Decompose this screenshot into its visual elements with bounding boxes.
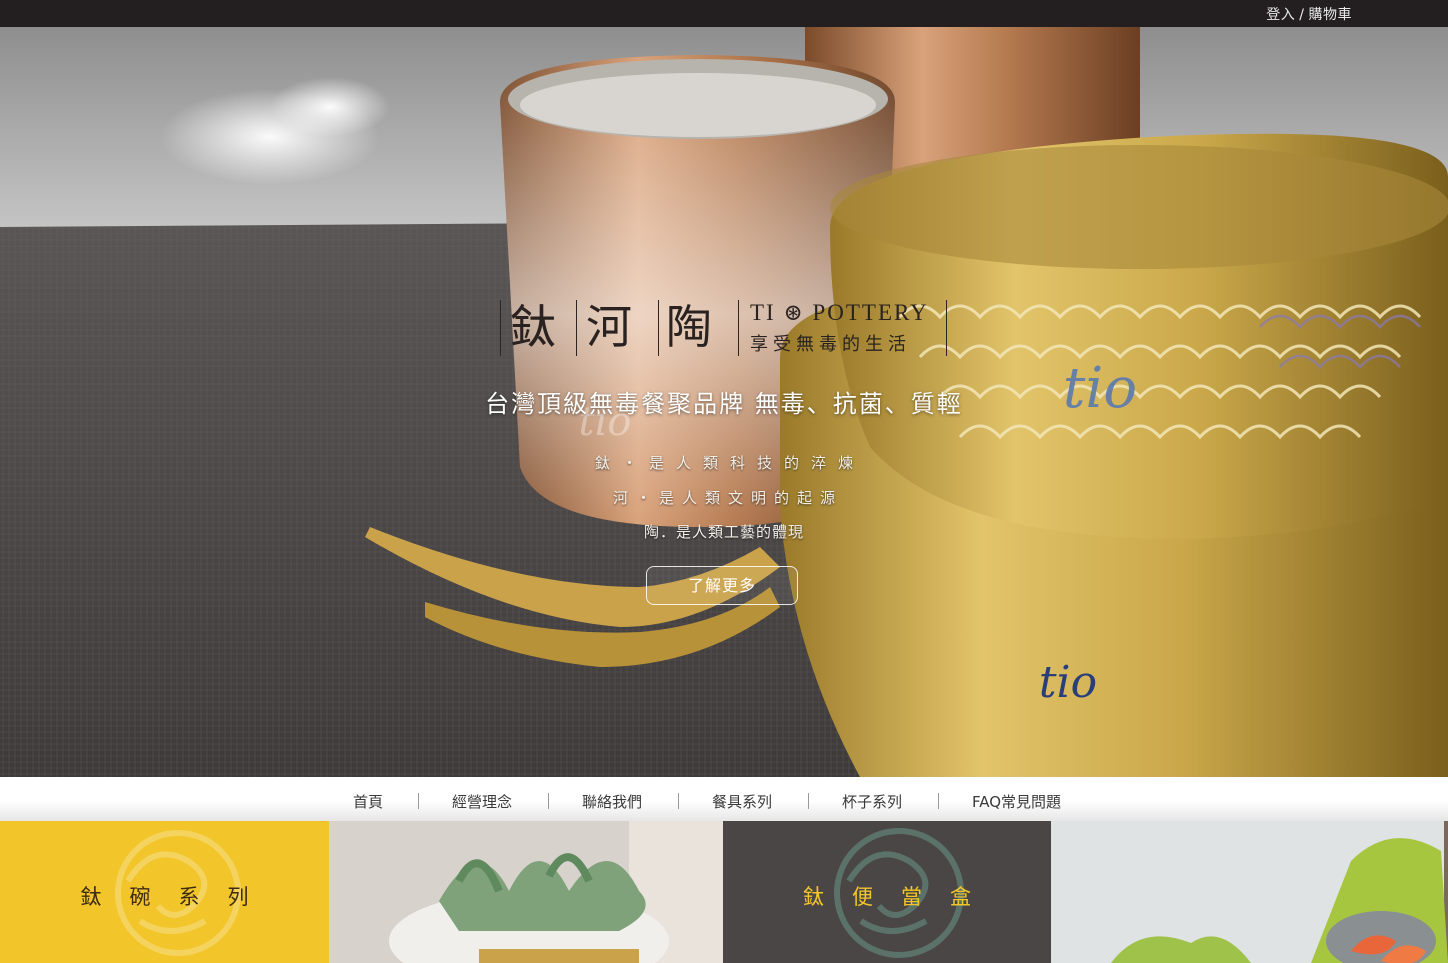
nav-divider [938,793,939,809]
brand-logo: 鈦 河 陶 TI ⊛ POTTERY 享受無毒的生活 [498,298,950,358]
nav-faq[interactable]: FAQ常見問題 [972,791,1061,812]
nav-divider [548,793,549,809]
bento-box-label: 鈦便當盒 [803,885,999,909]
nav-contact[interactable]: 聯絡我們 [582,791,642,812]
bowl-logo-lower: tio [1039,657,1097,708]
nav-divider [418,793,419,809]
hero-line-tao: 陶．是人類工藝的體現 [643,523,804,541]
nav-divider [808,793,809,809]
salad-photo [1051,821,1448,963]
login-link[interactable]: 登入 [1266,4,1295,24]
brand-divider [946,300,947,356]
nav-philosophy[interactable]: 經營理念 [452,791,512,812]
nav-home[interactable]: 首頁 [353,791,383,812]
learn-more-button[interactable]: 了解更多 [646,566,798,605]
brand-tagline: 享受無毒的生活 [750,334,911,355]
nav-tableware[interactable]: 餐具系列 [712,791,772,812]
account-separator: / [1299,7,1305,23]
nav-cups[interactable]: 杯子系列 [842,791,902,812]
salad-photo-tile[interactable] [1051,821,1448,963]
brand-english: TI ⊛ POTTERY [750,300,929,325]
brand-divider [576,300,577,356]
bento-box-tile[interactable]: 鈦便當盒 [723,821,1051,963]
cart-link[interactable]: 購物車 [1309,4,1353,24]
hero-slogan: 台灣頂級無毒餐聚品牌 無毒、抗菌、質輕 [485,390,963,418]
nav-divider [678,793,679,809]
hero-line-ti: 鈦・是人類科技的淬煉 [594,454,865,472]
hero-banner: tio tio tio 鈦 河 陶 TI ⊛ POTTERY 享受無毒的生活 台… [0,27,1448,777]
plant-photo-tile[interactable] [329,821,723,963]
top-bar: 登入 / 購物車 [0,0,1448,27]
brand-divider [500,300,501,356]
bowl-series-tile[interactable]: 鈦碗系列 [0,821,329,963]
brand-divider [738,300,739,356]
brand-char-tao: 陶 [666,300,712,354]
hero-line-he: 河・是人類文明的起源 [612,489,843,507]
brand-char-ti: 鈦 [510,300,556,354]
succulent-photo [329,821,723,963]
brand-divider [658,300,659,356]
bowl-series-label: 鈦碗系列 [80,885,277,909]
brand-char-he: 河 [586,300,632,354]
main-nav: 首頁 經營理念 聯絡我們 餐具系列 杯子系列 FAQ常見問題 [0,777,1448,821]
account-links: 登入 / 購物車 [1266,4,1352,24]
